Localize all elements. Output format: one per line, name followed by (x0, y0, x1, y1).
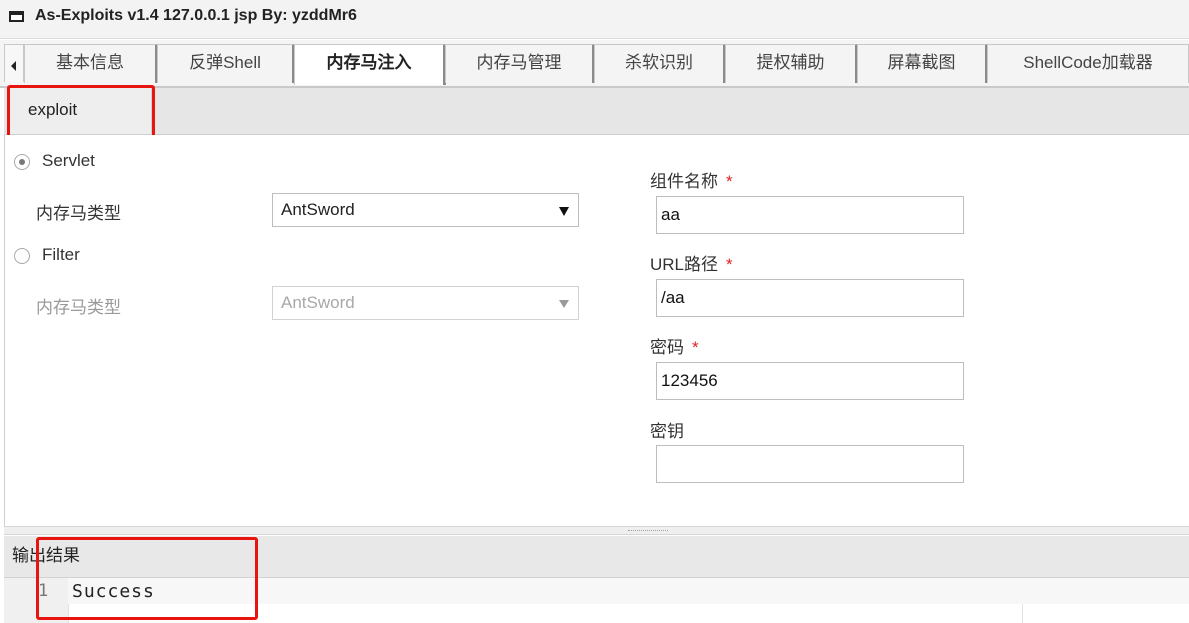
tab-memshell-manage[interactable]: 内存马管理 (445, 44, 595, 83)
output-console[interactable]: 1 Success (4, 578, 1189, 623)
window-title: As-Exploits v1.4 127.0.0.1 jsp By: yzddM… (35, 7, 357, 24)
subtab-exploit[interactable]: exploit (8, 88, 152, 134)
filter-radio[interactable] (14, 248, 30, 264)
servlet-radio-label: Servlet (42, 151, 95, 170)
servlet-type-select[interactable]: AntSword (272, 193, 579, 227)
tab-shellcode-loader[interactable]: ShellCode加载器 (987, 44, 1189, 83)
component-name-label: 组件名称 * (650, 172, 733, 191)
filter-radio-label: Filter (42, 245, 80, 264)
key-label: 密钥 (650, 422, 684, 441)
chevron-down-icon (559, 207, 569, 216)
tab-screenshot[interactable]: 屏幕截图 (857, 44, 988, 83)
output-header: 输出结果 (4, 536, 1189, 578)
tab-memshell-inject[interactable]: 内存马注入 (294, 44, 446, 85)
filter-type-select[interactable]: AntSword (272, 286, 579, 320)
tab-bar: 基本信息 反弹Shell 内存马注入 内存马管理 杀软识别 提权辅助 屏幕截图 … (0, 40, 1189, 88)
required-mark: * (726, 255, 733, 274)
required-mark: * (692, 338, 699, 357)
tab-scroll-left-icon[interactable] (4, 44, 24, 82)
password-input[interactable]: 123456 (656, 362, 964, 400)
splitter-grip-icon (628, 530, 668, 531)
url-path-input[interactable]: /aa (656, 279, 964, 317)
required-mark: * (726, 172, 733, 191)
divider (1022, 604, 1023, 623)
servlet-type-label: 内存马类型 (36, 204, 121, 223)
tab-privesc-helper[interactable]: 提权辅助 (725, 44, 858, 83)
filter-type-label: 内存马类型 (36, 298, 121, 317)
url-path-label: URL路径 * (650, 255, 733, 274)
output-line-text: Success (72, 581, 155, 602)
output-line-highlight (68, 578, 1189, 604)
key-input[interactable] (656, 445, 964, 483)
chevron-down-icon (559, 300, 569, 308)
window-icon (9, 11, 24, 22)
tab-reverse-shell[interactable]: 反弹Shell (157, 44, 295, 83)
form-panel: Servlet 内存马类型 AntSword Filter 内存马类型 AntS… (4, 135, 1189, 526)
title-bar: As-Exploits v1.4 127.0.0.1 jsp By: yzddM… (0, 0, 1189, 39)
component-name-input[interactable]: aa (656, 196, 964, 234)
subtab-bar: exploit (4, 88, 1189, 135)
line-number: 1 (38, 581, 49, 601)
password-label: 密码 * (650, 338, 699, 357)
tab-basic-info[interactable]: 基本信息 (24, 44, 158, 83)
tab-av-detect[interactable]: 杀软识别 (594, 44, 726, 83)
servlet-type-value: AntSword (281, 200, 355, 219)
servlet-radio[interactable] (14, 154, 30, 170)
panel-splitter[interactable] (4, 526, 1189, 535)
line-gutter (4, 578, 69, 623)
filter-type-value: AntSword (281, 293, 355, 312)
